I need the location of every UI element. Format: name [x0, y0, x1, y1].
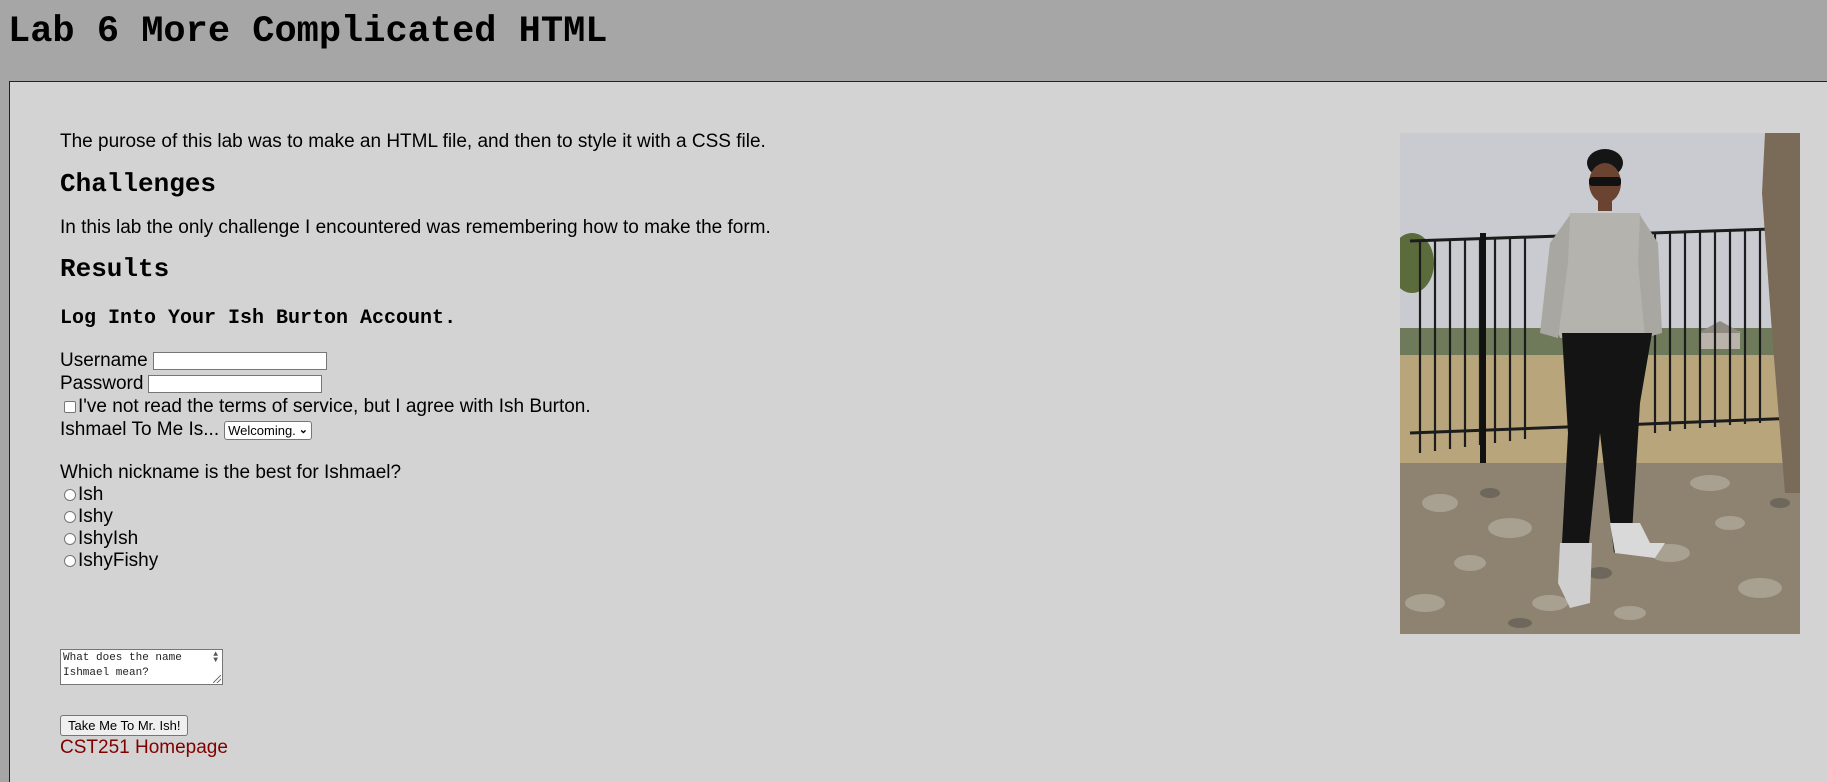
- opinion-select[interactable]: Welcoming. ⌄: [224, 420, 313, 440]
- password-label: Password: [60, 373, 144, 394]
- radio-option-ish[interactable]: Ish: [60, 484, 103, 506]
- opinion-select-value: Welcoming.: [228, 422, 296, 438]
- chevron-down-icon: ⌄: [298, 423, 309, 436]
- meaning-textarea[interactable]: What does the name Ishmael mean? ▲ ▼: [60, 649, 223, 685]
- challenges-paragraph: In this lab the only challenge I encount…: [60, 217, 771, 238]
- password-row: Password: [60, 373, 323, 395]
- radio-label: IshyFishy: [78, 550, 159, 571]
- radio-option-ishyish[interactable]: IshyIsh: [60, 528, 138, 550]
- opinion-row: Ishmael To Me Is... Welcoming. ⌄: [60, 419, 313, 441]
- textarea-placeholder: What does the name Ishmael mean?: [63, 652, 182, 679]
- radio-option-ishy[interactable]: Ishy: [60, 506, 113, 528]
- results-heading: Results: [60, 254, 170, 284]
- password-field[interactable]: [148, 375, 323, 393]
- radio-label: Ish: [78, 484, 104, 505]
- radio-question: Which nickname is the best for Ishmael?: [60, 462, 402, 483]
- radio-button[interactable]: [64, 533, 76, 545]
- radio-button[interactable]: [64, 511, 76, 523]
- challenges-heading: Challenges: [60, 169, 217, 199]
- username-row: Username: [60, 350, 327, 372]
- intro-paragraph: The purose of this lab was to make an HT…: [60, 131, 766, 152]
- submit-button[interactable]: Take Me To Mr. Ish!: [60, 715, 189, 736]
- portrait-photo: [1400, 133, 1800, 634]
- scroll-arrows-icon[interactable]: ▲ ▼: [213, 651, 218, 665]
- radio-button[interactable]: [64, 555, 76, 567]
- radio-label: Ishy: [78, 506, 113, 527]
- form-heading: Log Into Your Ish Burton Account.: [60, 307, 457, 330]
- homepage-link[interactable]: CST251 Homepage: [60, 737, 228, 759]
- username-label: Username: [60, 350, 148, 371]
- opinion-select-label: Ishmael To Me Is...: [60, 419, 220, 440]
- terms-label: I've not read the terms of service, but …: [78, 396, 591, 417]
- terms-row: I've not read the terms of service, but …: [60, 396, 591, 418]
- radio-label: IshyIsh: [78, 528, 139, 549]
- resize-grip-icon[interactable]: [213, 675, 221, 683]
- terms-checkbox[interactable]: [64, 401, 76, 413]
- page-title: Lab 6 More Complicated HTML: [8, 11, 608, 53]
- radio-button[interactable]: [64, 489, 76, 501]
- main-panel: The purose of this lab was to make an HT…: [9, 81, 1827, 782]
- username-field[interactable]: [152, 352, 327, 370]
- radio-option-ishyfishy[interactable]: IshyFishy: [60, 550, 158, 572]
